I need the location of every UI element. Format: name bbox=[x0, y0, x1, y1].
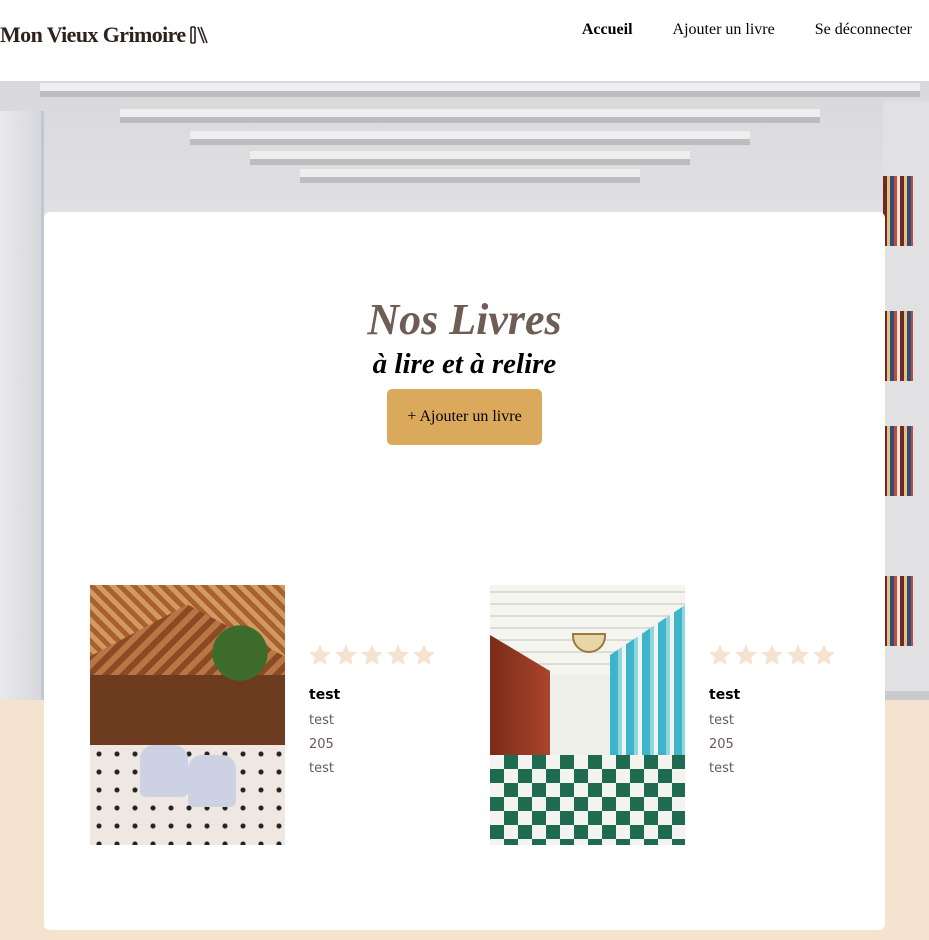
main-nav: Accueil Ajouter un livre Se déconnecter bbox=[582, 21, 912, 39]
book-cover-image[interactable] bbox=[490, 585, 685, 845]
star-icon bbox=[812, 643, 836, 667]
star-icon bbox=[760, 643, 784, 667]
book-title: test bbox=[709, 687, 741, 703]
add-book-button[interactable]: + Ajouter un livre bbox=[387, 389, 542, 445]
nav-item-deconnecter[interactable]: Se déconnecter bbox=[815, 21, 912, 39]
page-subtitle: à lire et à relire bbox=[372, 348, 557, 380]
book-year: 205 bbox=[309, 737, 334, 752]
book-genre: test bbox=[709, 761, 734, 776]
rating-stars bbox=[308, 643, 436, 667]
star-icon bbox=[786, 643, 810, 667]
star-icon bbox=[708, 643, 732, 667]
logo[interactable]: Mon Vieux Grimoire bbox=[0, 22, 208, 48]
book-author: test bbox=[309, 713, 334, 728]
star-icon bbox=[386, 643, 410, 667]
nav-item-accueil[interactable]: Accueil bbox=[582, 21, 633, 39]
book-year: 205 bbox=[709, 737, 734, 752]
star-icon bbox=[734, 643, 758, 667]
book-genre: test bbox=[309, 761, 334, 776]
book-title: test bbox=[309, 687, 341, 703]
page-title: Nos Livres bbox=[367, 295, 562, 344]
star-icon bbox=[334, 643, 358, 667]
star-icon bbox=[412, 643, 436, 667]
rating-stars bbox=[708, 643, 836, 667]
book-card[interactable]: test test 205 test bbox=[490, 585, 850, 845]
nav-item-ajouter-livre[interactable]: Ajouter un livre bbox=[673, 21, 775, 39]
book-author: test bbox=[709, 713, 734, 728]
top-navbar: Mon Vieux Grimoire Accueil Ajouter un li… bbox=[0, 0, 929, 81]
book-card[interactable]: test test 205 test bbox=[90, 585, 450, 845]
books-icon bbox=[189, 25, 208, 45]
star-icon bbox=[360, 643, 384, 667]
star-icon bbox=[308, 643, 332, 667]
logo-text: Mon Vieux Grimoire bbox=[0, 22, 186, 47]
books-panel: Nos Livres à lire et à relire + Ajouter … bbox=[44, 212, 885, 930]
book-cover-image[interactable] bbox=[90, 585, 285, 845]
